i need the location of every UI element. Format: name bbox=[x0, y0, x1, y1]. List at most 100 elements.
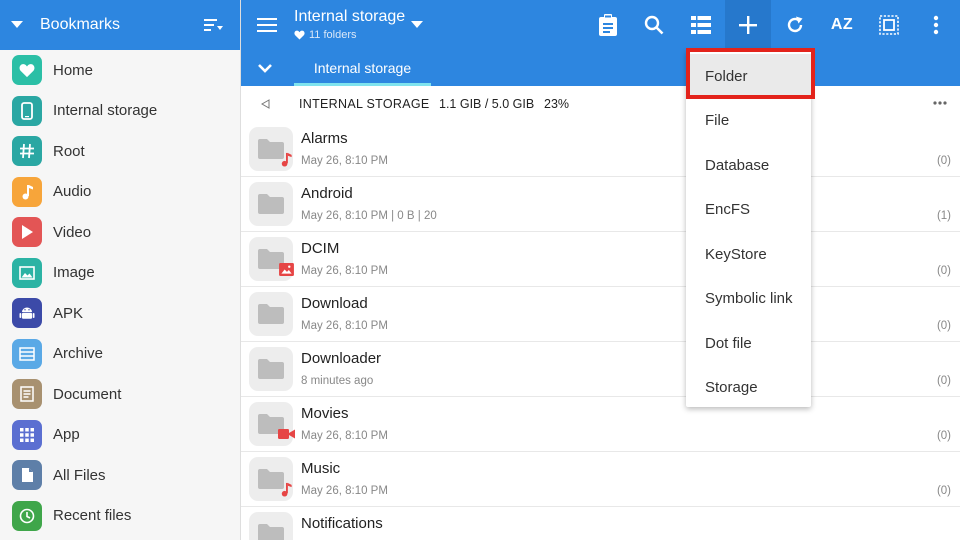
more-horiz-icon[interactable] bbox=[931, 94, 949, 112]
file-row[interactable]: Movies May 26, 8:10 PM (0) bbox=[241, 397, 960, 452]
menu-item-dot-file[interactable]: Dot file bbox=[686, 321, 811, 366]
chevron-down-icon[interactable] bbox=[255, 58, 275, 78]
sidebar-item-label: Archive bbox=[53, 345, 104, 363]
sidebar-item-label: Recent files bbox=[53, 507, 132, 525]
location-subtitle: 11 folders bbox=[294, 29, 357, 41]
file-count: (1) bbox=[936, 210, 951, 222]
android-icon bbox=[12, 298, 42, 329]
file-meta: May 26, 8:10 PM bbox=[301, 265, 388, 277]
sort-az-button[interactable]: AZ bbox=[819, 0, 865, 50]
file-row[interactable]: Music May 26, 8:10 PM (0) bbox=[241, 452, 960, 507]
file-row[interactable]: Download May 26, 8:10 PM (0) bbox=[241, 287, 960, 342]
file-meta: May 26, 8:10 PM bbox=[301, 430, 388, 442]
music-note-icon bbox=[277, 480, 295, 498]
more-vert-icon[interactable] bbox=[913, 0, 959, 50]
file-name: Alarms bbox=[301, 130, 348, 147]
sidebar-list: Home Internal storage Root Audio Video Image A… bbox=[0, 50, 240, 536]
search-icon[interactable] bbox=[631, 0, 677, 50]
sidebar-item-label: All Files bbox=[53, 466, 106, 484]
music-note-icon bbox=[277, 150, 295, 168]
heart-icon bbox=[294, 30, 305, 40]
sidebar-item-label: Video bbox=[53, 223, 92, 241]
file-meta: May 26, 8:10 PM bbox=[301, 320, 388, 332]
sidebar-item-label: App bbox=[53, 426, 80, 444]
sidebar-item-label: APK bbox=[53, 304, 84, 322]
sidebar-item-label: Home bbox=[53, 61, 94, 79]
sidebar-item-image[interactable]: Image bbox=[0, 253, 240, 294]
sidebar-item-document[interactable]: Document bbox=[0, 374, 240, 415]
file-count: (0) bbox=[936, 320, 951, 332]
top-toolbar: Internal storage 11 folders AZ bbox=[241, 0, 960, 50]
add-new-button[interactable] bbox=[725, 0, 771, 50]
sidebar-item-all-files[interactable]: All Files bbox=[0, 455, 240, 496]
refresh-icon[interactable] bbox=[772, 0, 818, 50]
list-view-icon[interactable] bbox=[678, 0, 724, 50]
file-row[interactable]: Notifications bbox=[241, 507, 960, 540]
file-meta: May 26, 8:10 PM bbox=[301, 155, 388, 167]
sidebar-item-audio[interactable]: Audio bbox=[0, 172, 240, 213]
folder-icon bbox=[249, 292, 293, 336]
sidebar-item-root[interactable]: Root bbox=[0, 131, 240, 172]
menu-item-symbolic-link[interactable]: Symbolic link bbox=[686, 277, 811, 322]
heart-icon bbox=[12, 55, 42, 86]
file-name: Downloader bbox=[301, 350, 382, 367]
image-icon bbox=[12, 257, 42, 288]
location-title[interactable]: Internal storage bbox=[294, 8, 405, 26]
file-meta: May 26, 8:10 PM bbox=[301, 485, 388, 497]
sidebar-item-video[interactable]: Video bbox=[0, 212, 240, 253]
back-arrow-icon[interactable] bbox=[260, 98, 273, 110]
caret-down-icon[interactable] bbox=[10, 18, 24, 32]
bookmarks-sidebar: Bookmarks Home Internal storage Root Audio V… bbox=[0, 0, 241, 540]
menu-item-folder[interactable]: Folder bbox=[686, 54, 811, 99]
menu-item-database[interactable]: Database bbox=[686, 143, 811, 188]
sidebar-item-internal-storage[interactable]: Internal storage bbox=[0, 91, 240, 132]
path-bar: INTERNAL STORAGE 1.1 GIB / 5.0 GIB 23% bbox=[241, 86, 960, 122]
sidebar-item-apk[interactable]: APK bbox=[0, 293, 240, 334]
file-count: (0) bbox=[936, 375, 951, 387]
file-list: Alarms May 26, 8:10 PM (0) Android May 26, 8… bbox=[241, 122, 960, 540]
sidebar-item-label: Document bbox=[53, 385, 122, 403]
document-icon bbox=[12, 379, 42, 410]
sidebar-title: Bookmarks bbox=[40, 16, 121, 33]
phone-icon bbox=[12, 95, 42, 126]
menu-item-storage[interactable]: Storage bbox=[686, 366, 811, 411]
menu-item-file[interactable]: File bbox=[686, 99, 811, 144]
file-count: (0) bbox=[936, 265, 951, 277]
new-item-menu: Folder File Database EncFS KeyStore Symbolic … bbox=[686, 50, 811, 407]
file-name: Movies bbox=[301, 405, 349, 422]
sidebar-item-home[interactable]: Home bbox=[0, 50, 240, 91]
video-camera-icon bbox=[277, 425, 295, 443]
select-all-icon[interactable] bbox=[866, 0, 912, 50]
sort-list-icon[interactable] bbox=[202, 13, 226, 37]
caret-down-icon[interactable] bbox=[411, 16, 425, 30]
app-window: Bookmarks Home Internal storage Root Audio V… bbox=[0, 0, 960, 540]
tab-bar: Internal storage bbox=[241, 50, 960, 86]
file-row[interactable]: Downloader 8 minutes ago (0) bbox=[241, 342, 960, 397]
app-grid-icon bbox=[12, 419, 42, 450]
folder-count-text: 11 folders bbox=[309, 29, 357, 41]
hamburger-menu-icon[interactable] bbox=[255, 13, 279, 37]
sidebar-item-archive[interactable]: Archive bbox=[0, 334, 240, 375]
storage-size-text: 1.1 GIB / 5.0 GIB bbox=[439, 97, 535, 111]
sidebar-item-label: Internal storage bbox=[53, 102, 158, 120]
file-row[interactable]: Alarms May 26, 8:10 PM (0) bbox=[241, 122, 960, 177]
file-row[interactable]: Android May 26, 8:10 PM | 0 B | 20 (1) bbox=[241, 177, 960, 232]
sidebar-item-app[interactable]: App bbox=[0, 415, 240, 456]
folder-icon bbox=[249, 347, 293, 391]
sidebar-item-recent-files[interactable]: Recent files bbox=[0, 496, 240, 537]
clipboard-icon[interactable] bbox=[585, 0, 631, 50]
file-row[interactable]: DCIM May 26, 8:10 PM (0) bbox=[241, 232, 960, 287]
file-name: Music bbox=[301, 460, 341, 477]
sidebar-header: Bookmarks bbox=[0, 0, 240, 50]
menu-item-encfs[interactable]: EncFS bbox=[686, 188, 811, 233]
storage-percent-text: 23% bbox=[544, 97, 570, 111]
path-name[interactable]: INTERNAL STORAGE bbox=[299, 97, 430, 111]
tab-internal-storage[interactable]: Internal storage bbox=[294, 50, 431, 86]
file-count: (0) bbox=[936, 485, 951, 497]
menu-item-keystore[interactable]: KeyStore bbox=[686, 232, 811, 277]
file-name: Notifications bbox=[301, 515, 383, 532]
folder-icon bbox=[249, 512, 293, 540]
image-icon bbox=[277, 260, 295, 278]
file-meta: 8 minutes ago bbox=[301, 375, 374, 387]
play-icon bbox=[12, 217, 42, 248]
